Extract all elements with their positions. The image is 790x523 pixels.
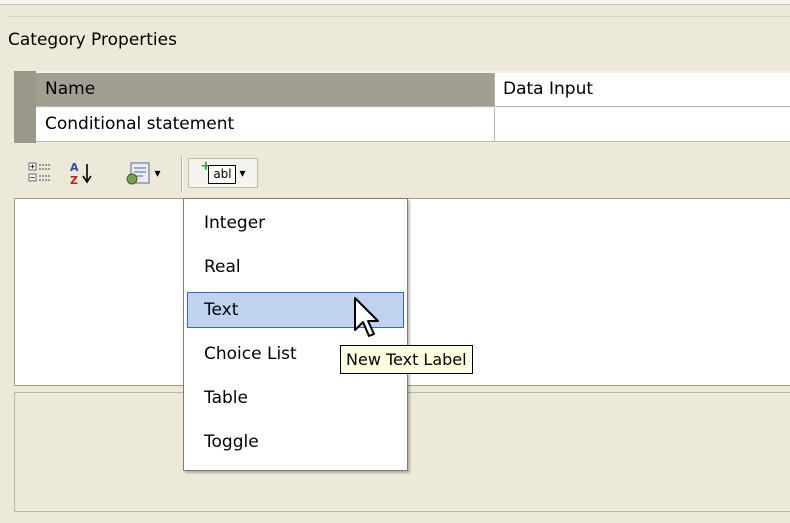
property-value[interactable] bbox=[495, 108, 790, 141]
property-key: Conditional statement bbox=[36, 108, 495, 141]
svg-text:A: A bbox=[70, 161, 79, 174]
label-glyph: abl bbox=[208, 165, 237, 184]
property-key: Name bbox=[36, 73, 495, 106]
menu-item-real[interactable]: Real bbox=[187, 249, 404, 285]
menu-item-integer[interactable]: Integer bbox=[187, 205, 404, 241]
property-value[interactable]: Data Input bbox=[495, 73, 790, 106]
property-pages-button[interactable]: ▾ bbox=[114, 158, 172, 188]
property-grid-gutter bbox=[14, 71, 36, 143]
property-row-conditional[interactable]: Conditional statement bbox=[36, 108, 790, 142]
alphabetical-button[interactable]: A Z bbox=[62, 158, 102, 188]
sort-az-icon: A Z bbox=[70, 161, 92, 186]
property-row-name[interactable]: Name Data Input bbox=[36, 73, 790, 107]
categorized-button[interactable] bbox=[23, 158, 57, 188]
property-pages-icon bbox=[126, 162, 150, 185]
chevron-down-icon: ▾ bbox=[154, 166, 161, 180]
add-label-icon: + abl bbox=[200, 159, 237, 185]
toolbar-separator bbox=[181, 156, 183, 192]
mouse-cursor-icon bbox=[354, 297, 379, 337]
menu-item-toggle[interactable]: Toggle bbox=[187, 424, 404, 460]
menu-item-table[interactable]: Table bbox=[187, 380, 404, 416]
svg-text:Z: Z bbox=[70, 174, 78, 186]
tooltip: New Text Label bbox=[340, 345, 473, 374]
add-label-dropdown-button[interactable]: + abl ▾ bbox=[188, 158, 258, 188]
window-top-strip bbox=[0, 4, 790, 16]
panel-title: Category Properties bbox=[8, 30, 177, 50]
chevron-down-icon: ▾ bbox=[239, 166, 246, 180]
categorized-icon bbox=[28, 162, 51, 182]
